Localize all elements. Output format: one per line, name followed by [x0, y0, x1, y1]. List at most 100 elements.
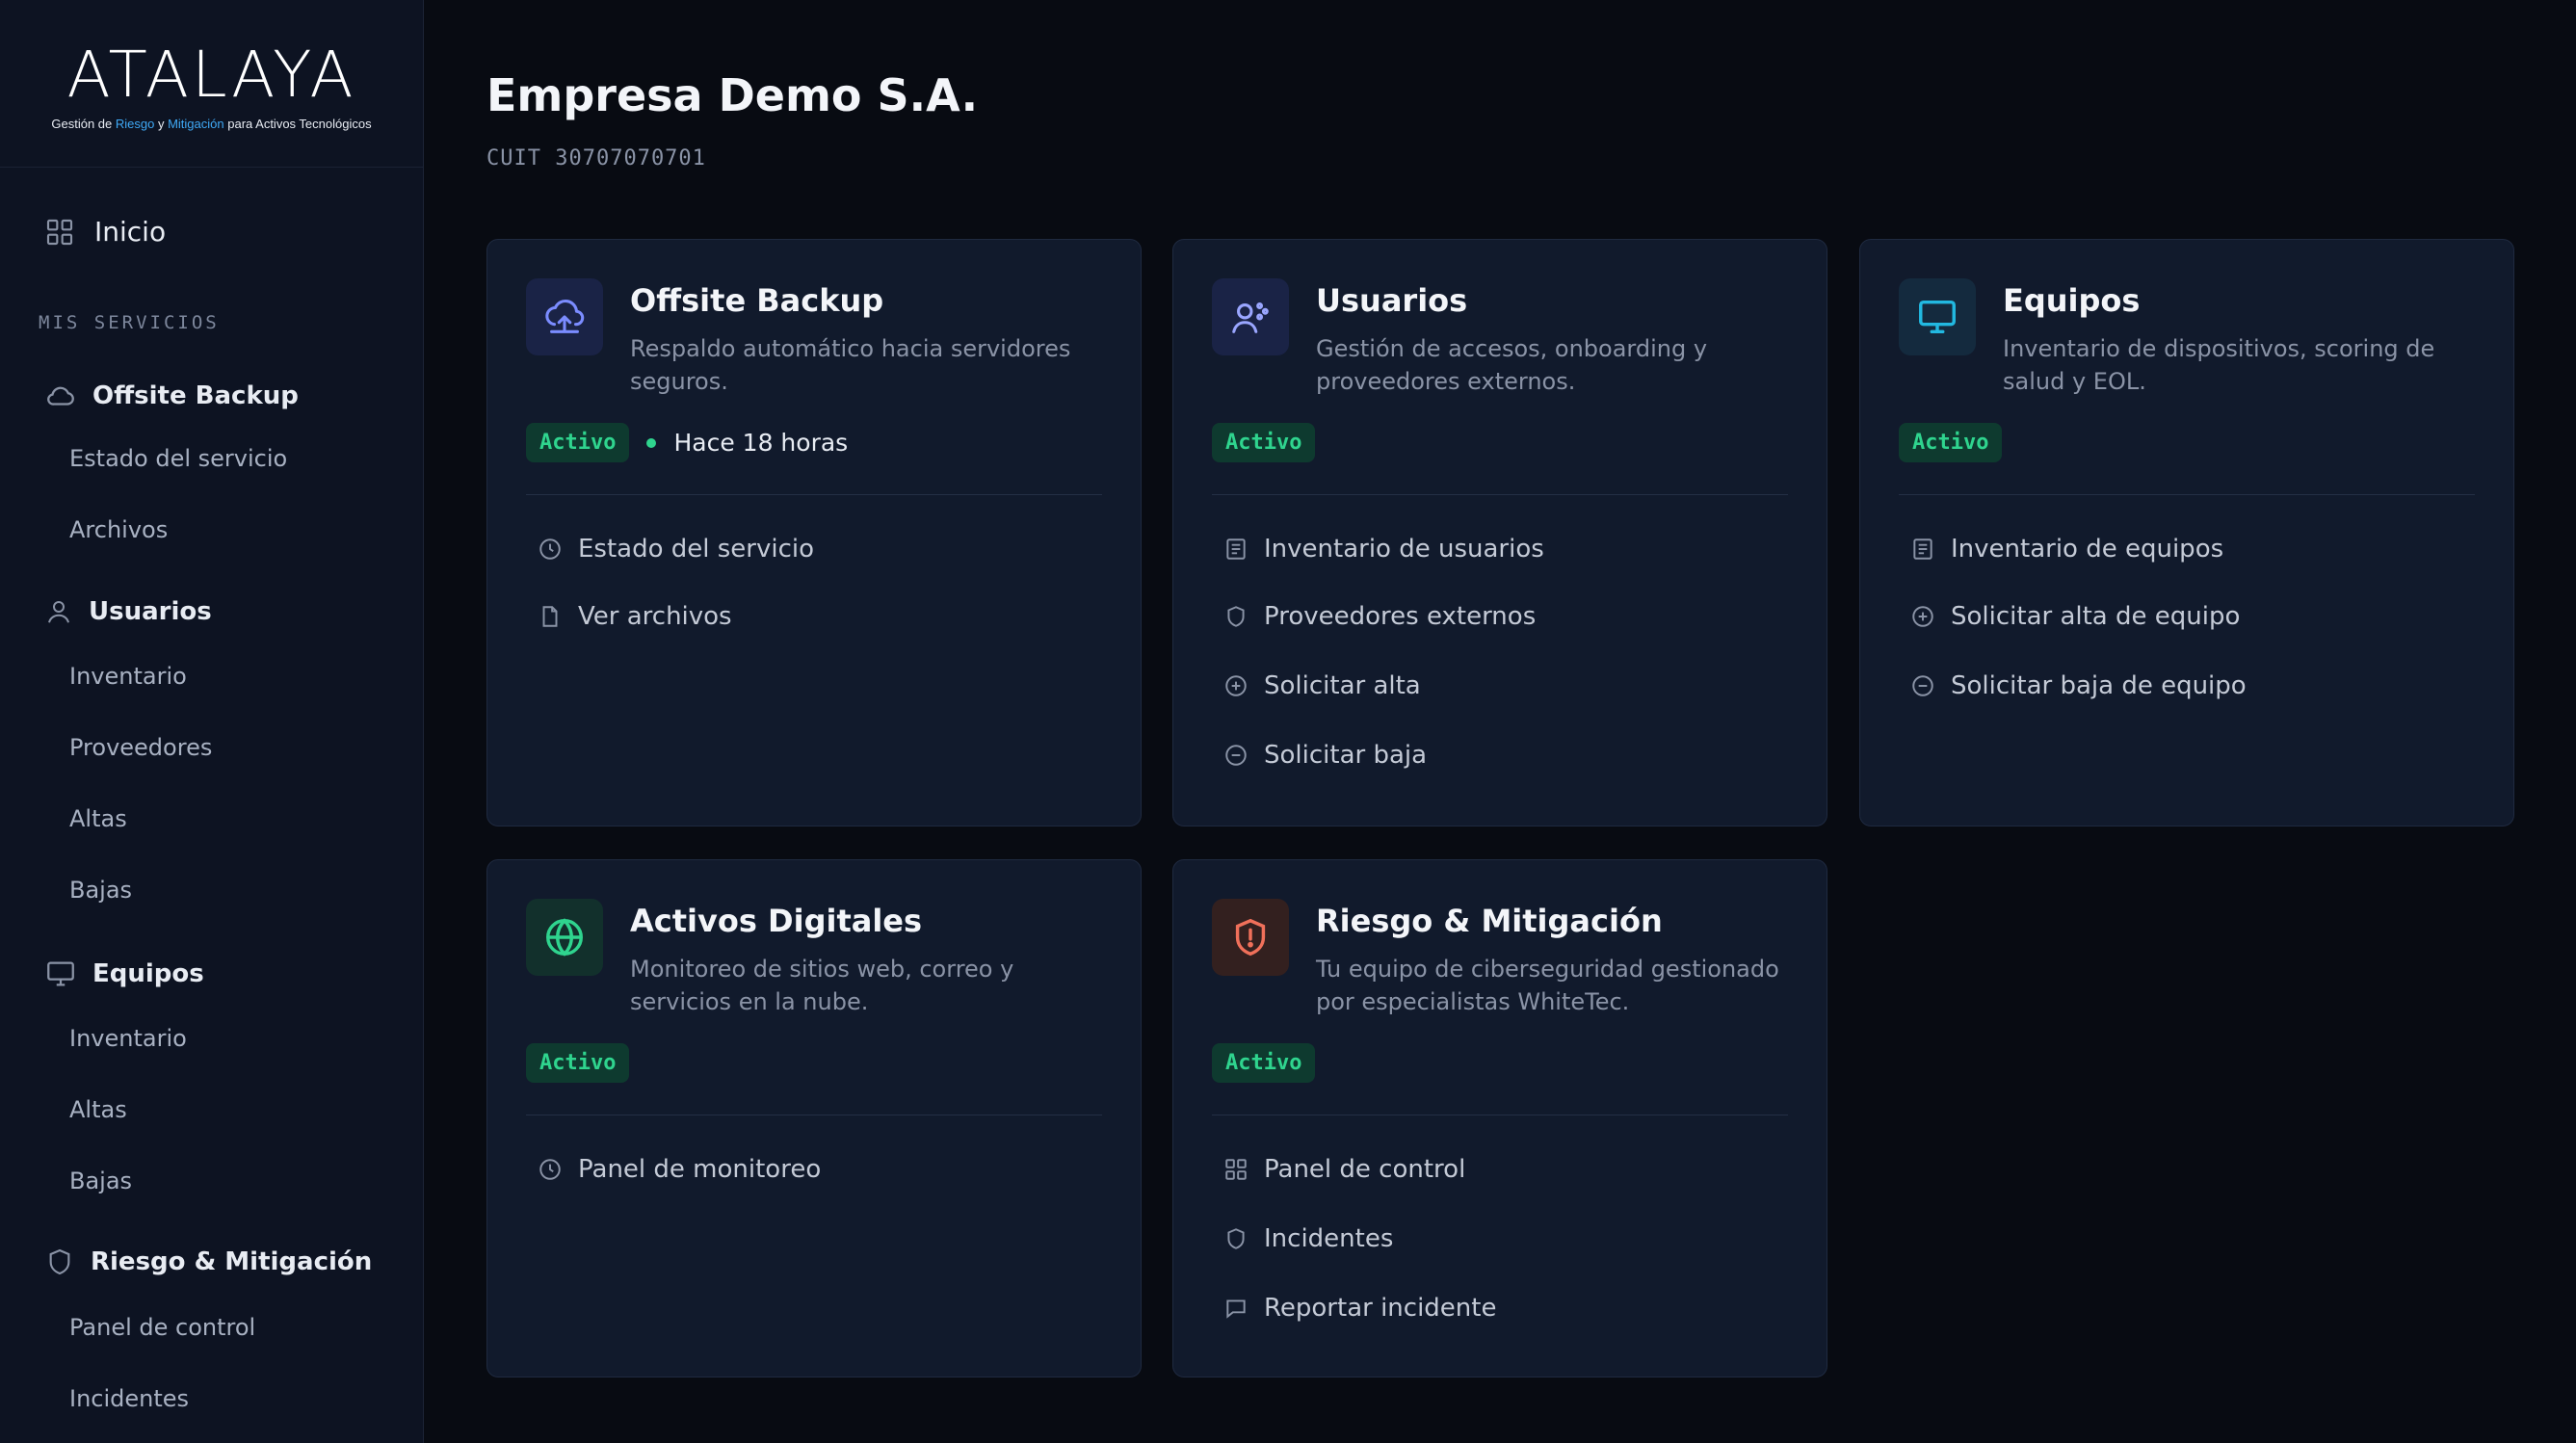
sidebar-item-panel-de-control[interactable]: Panel de control	[69, 1314, 255, 1341]
link-solicitar-baja-de-equipo[interactable]: Solicitar baja de equipo	[1910, 671, 2247, 700]
shield-icon	[1227, 1228, 1245, 1249]
divider	[1899, 494, 2475, 495]
link-label: Solicitar alta	[1264, 671, 1421, 700]
link-estado-del-servicio[interactable]: Estado del servicio	[538, 535, 814, 564]
sidebar-item-inventario[interactable]: Inventario	[69, 1025, 187, 1052]
link-label: Solicitar baja	[1264, 741, 1428, 770]
company-cuit: CUIT 30707070701	[486, 146, 706, 171]
sidebar-group-label: Offsite Backup	[92, 381, 299, 410]
sidebar-item-inicio[interactable]: Inicio	[44, 216, 166, 248]
link-panel-de-monitoreo[interactable]: Panel de monitoreo	[538, 1155, 821, 1184]
status-badge: Activo	[1212, 423, 1316, 462]
card-description: Gestión de accesos, onboarding y proveed…	[1316, 335, 1708, 395]
cloud-icon	[47, 386, 74, 406]
cloud-upload-icon	[526, 278, 603, 355]
service-card-equipos: Equipos Inventario de dispositivos, scor…	[1859, 239, 2514, 826]
divider	[526, 494, 1102, 495]
service-card-riesgo-mitigacion: Riesgo & Mitigación Tu equipo de ciberse…	[1172, 859, 1827, 1377]
sidebar-item-bajas[interactable]: Bajas	[69, 1168, 132, 1194]
link-inventario-de-usuarios[interactable]: Inventario de usuarios	[1223, 535, 1544, 564]
sidebar-item-inventario[interactable]: Inventario	[69, 663, 187, 690]
link-label: Solicitar baja de equipo	[1951, 671, 2247, 700]
card-title: Riesgo & Mitigación	[1316, 903, 1663, 939]
link-inventario-de-equipos[interactable]: Inventario de equipos	[1910, 535, 2223, 564]
link-label: Ver archivos	[578, 602, 732, 631]
monitor-icon	[47, 961, 74, 986]
status-badge: Activo	[526, 423, 630, 462]
card-description: Monitoreo de sitios web, correo y servic…	[630, 956, 1014, 1015]
shield-icon	[1227, 606, 1245, 627]
users-icon	[1212, 278, 1289, 355]
status-dot	[646, 437, 657, 448]
list-icon	[1226, 538, 1246, 560]
link-label: Estado del servicio	[578, 535, 815, 564]
sidebar-section-label: MIS SERVICIOS	[39, 312, 220, 333]
grid-icon	[46, 219, 73, 245]
link-solicitar-baja[interactable]: Solicitar baja	[1223, 741, 1427, 770]
last-backup-time: Hace 18 horas	[673, 429, 849, 457]
sidebar-group-offsite-backup[interactable]: Offsite Backup	[44, 380, 299, 412]
sidebar-item-proveedores[interactable]: Proveedores	[69, 734, 212, 761]
sidebar-item-incidentes[interactable]: Incidentes	[69, 1385, 189, 1412]
status-badge: Activo	[526, 1043, 630, 1083]
monitor-icon	[1899, 278, 1976, 355]
sidebar-group-label: Riesgo & Mitigación	[91, 1247, 373, 1276]
status-badge: Activo	[1212, 1043, 1316, 1083]
sidebar-item-archivos[interactable]: Archivos	[69, 516, 168, 543]
card-title: Equipos	[2003, 282, 2141, 319]
page-title: Empresa Demo S.A.	[486, 69, 979, 121]
minus-circle-icon	[1225, 745, 1247, 766]
link-ver-archivos[interactable]: Ver archivos	[538, 602, 732, 631]
clock-icon	[539, 538, 561, 560]
grid-icon	[1225, 1159, 1247, 1180]
link-proveedores-externos[interactable]: Proveedores externos	[1223, 602, 1536, 631]
link-label: Inventario de equipos	[1951, 535, 2224, 564]
clock-icon	[539, 1159, 561, 1180]
sidebar-group-equipos[interactable]: Equipos	[44, 958, 204, 990]
link-label: Reportar incidente	[1264, 1294, 1497, 1323]
sidebar-group-label: Usuarios	[89, 597, 212, 626]
sidebar-item-altas[interactable]: Altas	[69, 1096, 127, 1123]
link-label: Incidentes	[1264, 1224, 1394, 1253]
sidebar-group-riesgo-mitigacion[interactable]: Riesgo & Mitigación	[44, 1246, 372, 1277]
service-card-offsite-backup: Offsite Backup Respaldo automático hacia…	[486, 239, 1142, 826]
sidebar-item-altas[interactable]: Altas	[69, 805, 127, 832]
file-icon	[542, 606, 558, 627]
link-solicitar-alta[interactable]: Solicitar alta	[1223, 671, 1421, 700]
divider	[1212, 494, 1788, 495]
service-card-activos-digitales: Activos Digitales Monitoreo de sitios we…	[486, 859, 1142, 1377]
card-title: Offsite Backup	[630, 282, 884, 319]
link-incidentes[interactable]: Incidentes	[1223, 1224, 1393, 1253]
plus-circle-icon	[1225, 675, 1247, 696]
sidebar-group-usuarios[interactable]: Usuarios	[44, 597, 212, 626]
list-icon	[1913, 538, 1932, 560]
card-description: Respaldo automático hacia servidores seg…	[630, 335, 1071, 395]
globe-icon	[526, 899, 603, 976]
plus-circle-icon	[1912, 606, 1933, 627]
link-label: Panel de control	[1264, 1155, 1466, 1184]
link-reportar-incidente[interactable]: Reportar incidente	[1223, 1294, 1496, 1323]
minus-circle-icon	[1912, 675, 1933, 696]
card-description: Tu equipo de ciberseguridad gestionado p…	[1316, 956, 1779, 1015]
sidebar-item-estado-del-servicio[interactable]: Estado del servicio	[69, 445, 287, 472]
user-icon	[48, 601, 69, 623]
shield-icon	[49, 1248, 70, 1275]
link-label: Solicitar alta de equipo	[1951, 602, 2241, 631]
logo[interactable]: ATALAYA Gestión de Riesgo y Mitigación p…	[0, 0, 423, 168]
link-label: Inventario de usuarios	[1264, 535, 1544, 564]
status-badge: Activo	[1899, 423, 2003, 462]
shield-alert-icon	[1212, 899, 1289, 976]
card-title: Activos Digitales	[630, 903, 923, 939]
card-title: Usuarios	[1316, 282, 1468, 319]
link-solicitar-alta-de-equipo[interactable]: Solicitar alta de equipo	[1910, 602, 2240, 631]
sidebar-item-bajas[interactable]: Bajas	[69, 877, 132, 904]
message-icon	[1226, 1299, 1246, 1319]
sidebar: ATALAYA Gestión de Riesgo y Mitigación p…	[0, 0, 424, 1443]
sidebar-item-label: Inicio	[94, 216, 167, 248]
service-card-usuarios: Usuarios Gestión de accesos, onboarding …	[1172, 239, 1827, 826]
logo-tagline: Gestión de Riesgo y Mitigación para Acti…	[51, 117, 372, 131]
link-panel-de-control[interactable]: Panel de control	[1223, 1155, 1465, 1184]
link-label: Proveedores externos	[1264, 602, 1537, 631]
logo-wordmark: ATALAYA	[66, 38, 356, 112]
sidebar-group-label: Equipos	[92, 959, 204, 988]
